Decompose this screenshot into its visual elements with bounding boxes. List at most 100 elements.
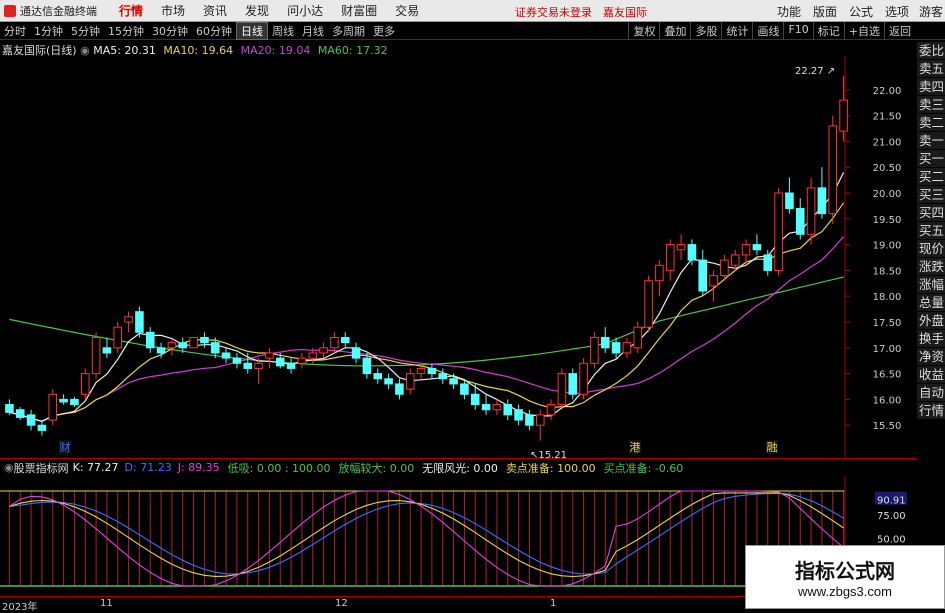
quote-field-19[interactable]: 自动 [917, 384, 945, 402]
quote-field-17[interactable]: 净资 [917, 348, 945, 366]
candle-body-16 [178, 342, 188, 349]
menu-item-5[interactable]: 财富圈 [332, 2, 386, 19]
right-menu-item-3[interactable]: 选项 [879, 3, 915, 20]
period-3[interactable]: 15分钟 [104, 23, 148, 39]
candle-body-41 [449, 378, 458, 385]
price-label-9: 17.50 [873, 318, 902, 329]
quote-field-20[interactable]: 行情 [917, 402, 945, 420]
tool-0[interactable]: 复权 [628, 22, 659, 40]
candle-body-12 [135, 311, 144, 333]
watermark-url: www.zbgs3.com [798, 584, 892, 599]
watermark-banner: 指标公式网 www.zbgs3.com [745, 545, 945, 609]
quote-field-11[interactable]: 现价 [917, 240, 945, 258]
x-tick-3: 1 [550, 598, 557, 609]
period-9[interactable]: 多周期 [328, 23, 369, 39]
candle-body-49 [535, 414, 545, 426]
menu-item-3[interactable]: 发现 [236, 2, 278, 19]
period-7[interactable]: 周线 [268, 23, 298, 39]
candle-body-33 [362, 357, 372, 375]
quote-side-panel: 委比 卖五 卖四 卖三 卖二 卖一 买一 买二 买三 买四 买五 现价 涨跌 涨幅 总量 外盘 换手 净资 收益 自动… [917, 42, 945, 462]
candle-body-30 [330, 336, 339, 349]
candle-body-51 [557, 373, 567, 406]
candle-body-9 [102, 347, 112, 354]
candlestick-chart[interactable]: 22.00 21.50 21.00 20.50 20.00 19.50 19.00 18.50… [0, 56, 917, 458]
period-8[interactable]: 月线 [298, 23, 328, 39]
candle-body-19 [210, 342, 220, 354]
menu-item-4[interactable]: 问小达 [278, 2, 332, 19]
tool-2[interactable]: 多股 [690, 22, 721, 40]
candle-body-37 [405, 373, 415, 390]
indicator-axis-label-0: 90.91 [877, 496, 906, 507]
right-menu: 功能 版面 公式 选项 [771, 3, 915, 20]
tool-4[interactable]: 画线 [752, 22, 783, 40]
user-label[interactable]: 游客 [919, 3, 943, 20]
period-6[interactable]: 日线 [236, 21, 268, 40]
price-label-7: 18.50 [873, 266, 902, 277]
quote-field-9[interactable]: 买四 [917, 204, 945, 222]
right-menu-item-2[interactable]: 公式 [843, 3, 879, 20]
ma60-line [9, 276, 844, 367]
indicator-extra-4: 卖点准备: 100.00 [505, 461, 596, 475]
quote-field-7[interactable]: 买二 [917, 168, 945, 186]
quote-field-13[interactable]: 涨幅 [917, 276, 945, 294]
candle-body-74 [806, 187, 816, 235]
quote-field-16[interactable]: 换手 [917, 330, 945, 348]
right-menu-item-0[interactable]: 功能 [771, 3, 807, 20]
price-label-0: 22.00 [873, 86, 902, 97]
candle-body-52 [568, 373, 578, 395]
candle-body-27 [297, 357, 307, 364]
tool-1[interactable]: 叠加 [659, 22, 690, 40]
candle-body-57 [622, 342, 632, 354]
candle-body-43 [470, 393, 480, 406]
login-notice[interactable]: 证券交易未登录 嘉友国际 [515, 4, 647, 20]
candle-body-32 [351, 347, 361, 359]
indicator-settings-icon[interactable]: ◉ [4, 461, 14, 474]
candle-body-44 [481, 404, 491, 411]
period-2[interactable]: 5分钟 [67, 23, 104, 39]
candle-body-50 [546, 404, 556, 416]
tool-7[interactable]: +自选 [843, 22, 884, 40]
menu-item-0[interactable]: 行情 [110, 2, 152, 19]
candle-body-71 [774, 192, 783, 271]
right-menu-item-1[interactable]: 版面 [807, 3, 843, 20]
price-label-10: 17.00 [873, 344, 902, 355]
tool-5[interactable]: F10 [783, 22, 812, 40]
candle-body-63 [687, 244, 697, 261]
quote-field-14[interactable]: 总量 [917, 294, 945, 312]
quote-field-2[interactable]: 卖四 [917, 78, 945, 96]
menu-item-2[interactable]: 资讯 [194, 2, 236, 19]
quote-field-0[interactable]: 委比 [917, 42, 945, 60]
candle-body-61 [665, 244, 675, 271]
period-1[interactable]: 1分钟 [30, 23, 67, 39]
period-0[interactable]: 分时 [0, 23, 30, 39]
quote-field-8[interactable]: 买三 [917, 186, 945, 204]
quote-field-4[interactable]: 卖二 [917, 114, 945, 132]
quote-field-5[interactable]: 卖一 [917, 132, 945, 150]
quote-field-10[interactable]: 买五 [917, 222, 945, 240]
price-label-13: 15.50 [873, 421, 902, 432]
quote-field-18[interactable]: 收益 [917, 366, 945, 384]
candle-body-21 [232, 357, 242, 364]
quote-field-3[interactable]: 卖三 [917, 96, 945, 114]
candle-body-10 [113, 326, 123, 349]
chart-toolbar: 复权 叠加 多股 统计 画线 F10 标记 +自选 返回 [628, 22, 915, 40]
candle-body-5 [59, 398, 68, 403]
candle-body-31 [340, 336, 350, 344]
quote-field-6[interactable]: 买一 [917, 150, 945, 168]
quote-field-1[interactable]: 卖五 [917, 60, 945, 78]
period-10[interactable]: 更多 [369, 23, 399, 39]
tool-3[interactable]: 统计 [721, 22, 752, 40]
candle-body-76 [828, 125, 838, 215]
candle-body-2 [26, 414, 36, 426]
quote-field-15[interactable]: 外盘 [917, 312, 945, 330]
tool-6[interactable]: 标记 [812, 22, 844, 40]
menu-item-6[interactable]: 交易 [386, 2, 428, 19]
x-tick-2: 12 [335, 598, 348, 609]
quote-field-12[interactable]: 涨跌 [917, 258, 945, 276]
tool-8[interactable]: 返回 [884, 22, 915, 40]
menu-item-1[interactable]: 市场 [152, 2, 194, 19]
period-4[interactable]: 30分钟 [148, 23, 192, 39]
period-5[interactable]: 60分钟 [192, 23, 236, 39]
candle-body-65 [709, 275, 718, 287]
j-value: J: 89.35 [177, 461, 220, 474]
